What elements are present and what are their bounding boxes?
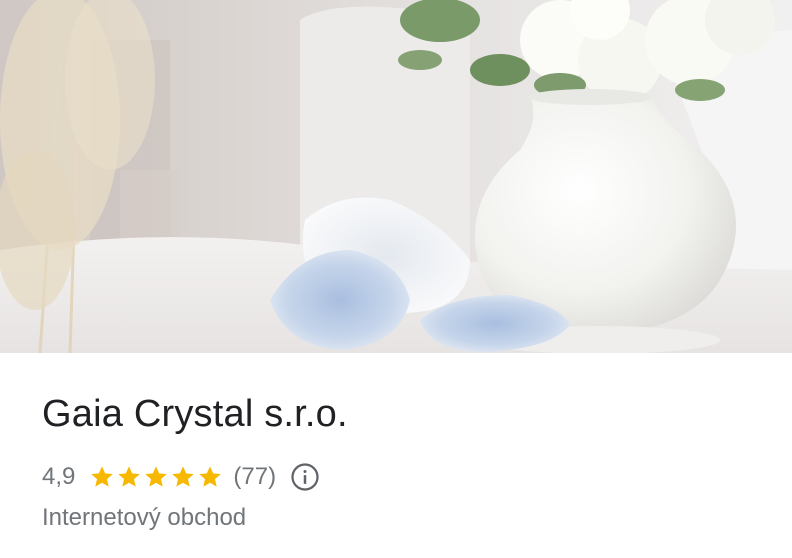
review-count-link[interactable]: (77) [233,463,276,491]
place-photo[interactable] [0,0,792,353]
rating-value: 4,9 [42,463,76,490]
star-icon [145,466,168,487]
star-icon [118,466,141,487]
info-icon[interactable] [290,462,320,492]
place-info: Gaia Crystal s.r.o. 4,9 (77) Internetový… [0,353,792,558]
place-category: Internetový obchod [42,504,247,531]
place-card: Gaia Crystal s.r.o. 4,9 (77) Internetový… [0,0,792,558]
rating-row: 4,9 (77) [42,460,320,494]
star-icon [172,466,195,487]
rating-stars [89,464,224,490]
star-icon [199,466,222,487]
star-icon [91,466,114,487]
place-title: Gaia Crystal s.r.o. [42,393,348,435]
place-photo-image [0,0,792,353]
